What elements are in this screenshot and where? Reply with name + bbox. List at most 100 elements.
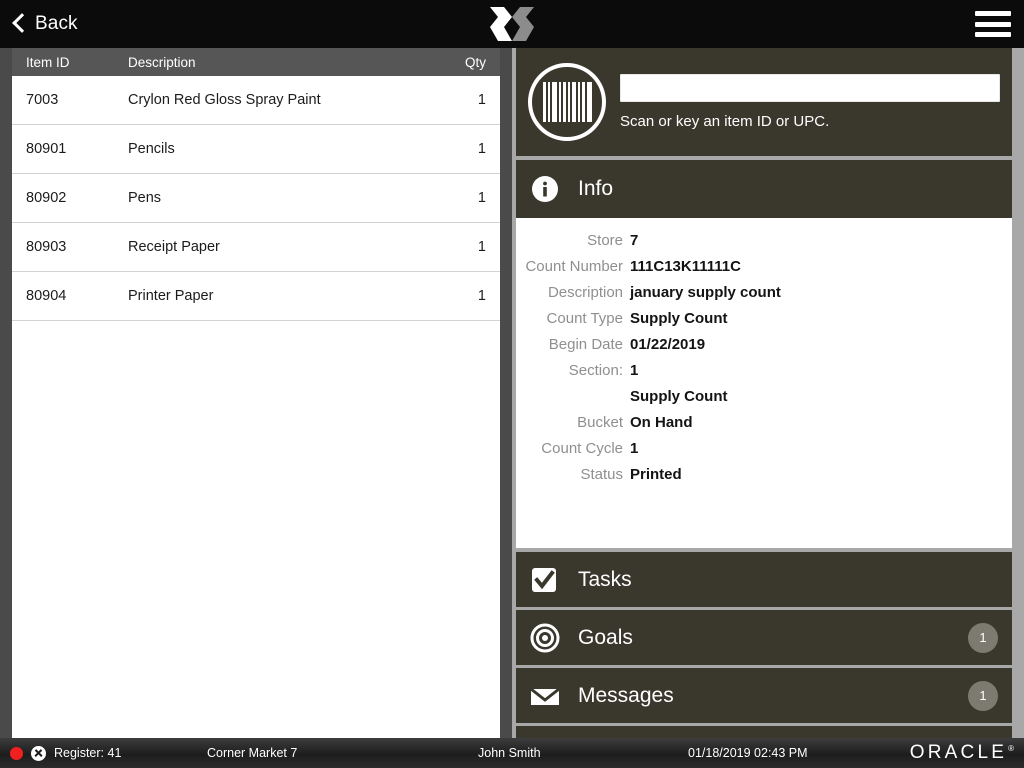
- section-row-goals[interactable]: Goals 1: [516, 610, 1012, 668]
- section-label: Goals: [578, 625, 633, 649]
- cell-description: Pens: [128, 190, 162, 206]
- column-header-description: Description: [128, 54, 196, 70]
- cell-item-id: 80903: [26, 239, 67, 255]
- item-list-pane: Item ID Description Qty 7003 Crylon Red G…: [0, 48, 512, 738]
- cell-description: Pencils: [128, 141, 175, 157]
- info-field: Status Printed: [516, 466, 1012, 492]
- info-field-value: 7: [630, 232, 639, 249]
- scan-input-group: Scan or key an item ID or UPC.: [620, 74, 1000, 130]
- section-accordion: Tasks Goals 1 Messages 1: [516, 552, 1012, 738]
- info-field-label: Store: [587, 232, 623, 249]
- item-list-rows: 7003 Crylon Red Gloss Spray Paint 1 80901 Pe…: [12, 76, 500, 321]
- barcode-icon[interactable]: [528, 63, 606, 141]
- info-field-label: Begin Date: [548, 336, 623, 353]
- info-field-value: Supply Count: [630, 388, 728, 405]
- hamburger-menu-icon[interactable]: [975, 11, 1011, 37]
- table-row[interactable]: 80903 Receipt Paper 1: [12, 223, 500, 272]
- info-field: Count Cycle 1: [516, 440, 1012, 466]
- info-field: Supply Count: [516, 388, 1012, 414]
- chevron-left-icon: [12, 13, 26, 35]
- info-field-label: Description: [547, 284, 623, 301]
- scan-hint-text: Scan or key an item ID or UPC.: [620, 113, 830, 130]
- info-field-list: Store 7 Count Number 111C13K11111C Descripti…: [516, 218, 1012, 548]
- cell-description: Receipt Paper: [128, 239, 220, 255]
- info-field: Store 7: [516, 232, 1012, 258]
- top-navigation-bar: Back: [0, 0, 1024, 48]
- section-row-partial[interactable]: [516, 726, 1012, 738]
- info-field-label: Bucket: [577, 414, 623, 431]
- user-label: John Smith: [478, 746, 541, 760]
- oracle-wordmark: ORACLE: [909, 742, 1008, 763]
- info-field: Section: 1: [516, 362, 1012, 388]
- hamburger-bar: [975, 32, 1011, 37]
- section-row-tasks[interactable]: Tasks: [516, 552, 1012, 610]
- info-field-label: Count Number: [525, 258, 623, 275]
- info-field-value: Printed: [630, 466, 682, 483]
- info-field-value: january supply count: [630, 284, 781, 301]
- info-field-label: Count Cycle: [541, 440, 623, 457]
- cell-item-id: 80904: [26, 288, 67, 304]
- app-root: Back Item ID Description Qty 7003 Crylon…: [0, 0, 1024, 768]
- cell-item-id: 7003: [26, 92, 59, 108]
- info-field-value: 1: [630, 362, 639, 379]
- registered-mark: ®: [1008, 744, 1014, 753]
- recording-dot-icon: [10, 746, 23, 760]
- info-field: Count Type Supply Count: [516, 310, 1012, 336]
- info-field-label: Status: [580, 466, 623, 483]
- table-row[interactable]: 80904 Printer Paper 1: [12, 272, 500, 321]
- status-bar-left: Register: 41: [0, 745, 122, 761]
- info-field-label: Count Type: [546, 310, 623, 327]
- section-label: Tasks: [578, 567, 632, 591]
- info-icon: [530, 174, 560, 204]
- item-list-empty-area: [12, 321, 500, 738]
- envelope-icon: [530, 681, 560, 711]
- info-fields-container: Store 7 Count Number 111C13K11111C Descripti…: [516, 232, 1012, 492]
- item-list-header: Item ID Description Qty: [12, 48, 500, 76]
- info-field-value: 1: [630, 440, 639, 457]
- info-section-header[interactable]: Info: [516, 160, 1012, 218]
- info-field-value: 01/22/2019: [630, 336, 706, 353]
- section-badge: 1: [968, 622, 998, 653]
- info-field: Count Number 111C13K11111C: [516, 258, 1012, 284]
- x-logo: [490, 7, 534, 41]
- info-field-value: On Hand: [630, 414, 693, 431]
- barcode-bars: [542, 82, 592, 122]
- cell-item-id: 80901: [26, 141, 67, 157]
- cell-description: Printer Paper: [128, 288, 214, 304]
- info-section-title: Info: [578, 177, 614, 200]
- detail-pane: Scan or key an item ID or UPC. Info Stor…: [512, 48, 1024, 738]
- table-row[interactable]: 80902 Pens 1: [12, 174, 500, 223]
- store-label: Corner Market 7: [207, 746, 298, 760]
- cell-item-id: 80902: [26, 190, 67, 206]
- info-field-label: Section:: [568, 362, 623, 379]
- oracle-logo: ORACLE ®: [910, 742, 1014, 764]
- back-button-label: Back: [35, 13, 78, 34]
- section-row-messages[interactable]: Messages 1: [516, 668, 1012, 726]
- column-header-qty: Qty: [464, 54, 486, 70]
- item-list-card: Item ID Description Qty 7003 Crylon Red G…: [12, 48, 500, 738]
- info-field: Begin Date 01/22/2019: [516, 336, 1012, 362]
- scan-input[interactable]: [620, 74, 1000, 102]
- hamburger-bar: [975, 11, 1011, 16]
- table-row[interactable]: 7003 Crylon Red Gloss Spray Paint 1: [12, 76, 500, 125]
- info-field: Bucket On Hand: [516, 414, 1012, 440]
- register-label: Register: 41: [54, 746, 122, 760]
- table-row[interactable]: 80901 Pencils 1: [12, 125, 500, 174]
- cell-qty: 1: [477, 92, 486, 108]
- target-icon: [530, 623, 560, 653]
- scan-block: Scan or key an item ID or UPC.: [516, 48, 1012, 156]
- cell-qty: 1: [477, 141, 486, 157]
- cell-qty: 1: [477, 190, 486, 206]
- cell-qty: 1: [477, 288, 486, 304]
- hamburger-bar: [975, 21, 1011, 27]
- status-bar: Register: 41 Corner Market 7 John Smith …: [0, 738, 1024, 768]
- info-field-value: 111C13K11111C: [630, 258, 741, 275]
- section-list: Tasks Goals 1 Messages 1: [516, 552, 1012, 726]
- x-circle-icon[interactable]: [31, 745, 46, 761]
- checkbox-checked-icon: [530, 565, 560, 595]
- section-label: Messages: [578, 683, 674, 707]
- info-field: Description january supply count: [516, 284, 1012, 310]
- main-content: Item ID Description Qty 7003 Crylon Red G…: [0, 48, 1024, 738]
- back-button[interactable]: Back: [0, 0, 92, 48]
- datetime-label: 01/18/2019 02:43 PM: [688, 746, 808, 760]
